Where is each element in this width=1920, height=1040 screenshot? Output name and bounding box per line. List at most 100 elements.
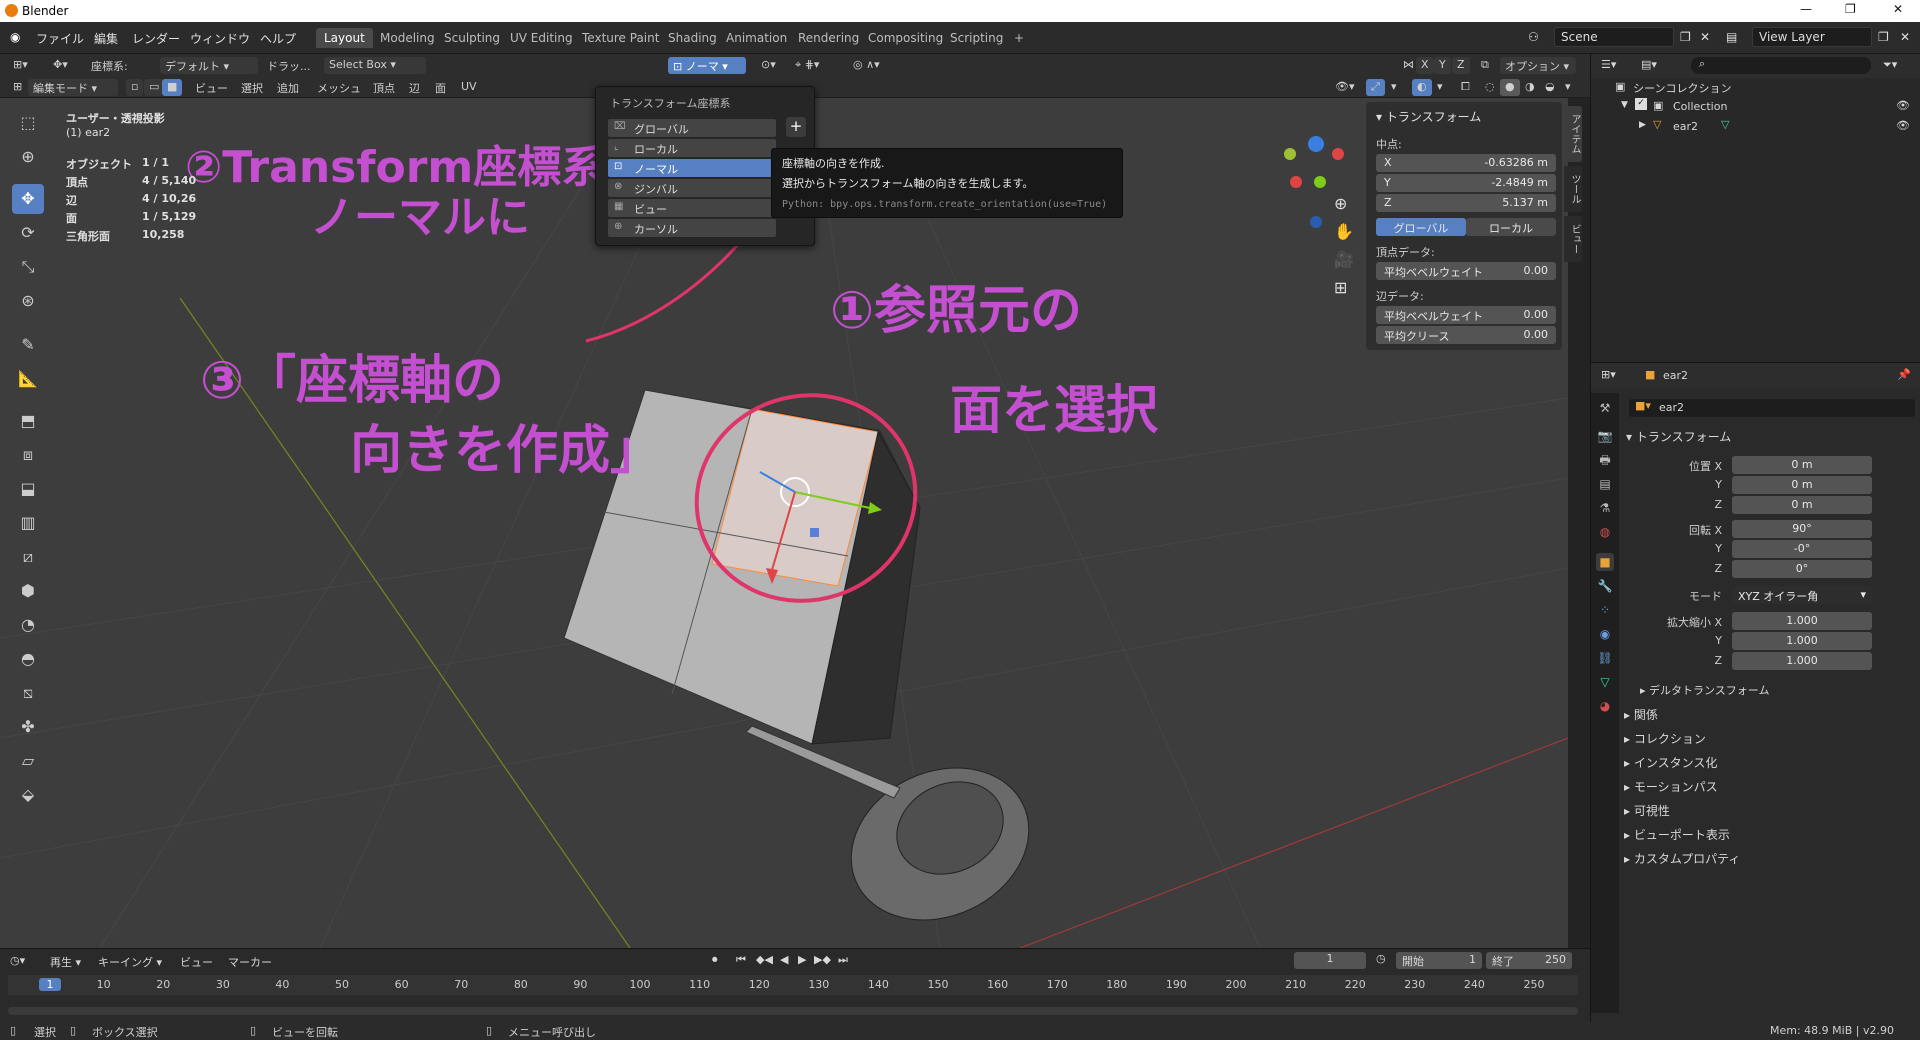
wireframe-shading-icon[interactable]: ◌	[1480, 79, 1500, 96]
nav-gizmo-z-icon[interactable]	[1308, 136, 1324, 152]
custom-props-section[interactable]: ▸ カスタムプロパティ	[1624, 850, 1740, 867]
inset-tool-icon[interactable]: ⧈	[12, 440, 44, 470]
transform-tool-icon[interactable]: ⊛	[12, 286, 44, 316]
global-toggle[interactable]: グローバル	[1376, 218, 1466, 236]
mirror-z-button[interactable]: Z	[1452, 57, 1470, 74]
rotation-mode-dropdown[interactable]: XYZ オイラー角 ▾	[1732, 586, 1872, 604]
properties-editor-icon[interactable]: ⊞▾	[1601, 368, 1616, 381]
menu-mesh[interactable]: メッシュ	[312, 79, 366, 96]
location-y-field[interactable]: 0 m	[1732, 476, 1872, 494]
filter-icon[interactable]: ⏷▾	[1883, 58, 1897, 72]
tab-view[interactable]: ビュー	[1564, 216, 1582, 262]
transform-section-header[interactable]: ▾ トランスフォーム	[1626, 428, 1731, 445]
delete-scene-icon[interactable]: ✕	[1700, 30, 1710, 44]
tab-layout[interactable]: Layout	[316, 28, 373, 48]
nav-gizmo-ny-icon[interactable]	[1314, 176, 1326, 188]
rendered-shading-icon[interactable]: ◒	[1540, 79, 1560, 96]
gizmo-toggle-icon[interactable]: ⤢	[1366, 79, 1385, 96]
nav-gizmo-nx-icon[interactable]	[1290, 176, 1302, 188]
edge-crease-field[interactable]: 平均クリース 0.00	[1376, 326, 1556, 344]
modifier-props-icon[interactable]: 🔧	[1596, 577, 1614, 595]
scale-x-field[interactable]: 1.000	[1732, 612, 1872, 630]
play-icon[interactable]: ▶	[798, 953, 806, 966]
local-toggle[interactable]: ローカル	[1466, 218, 1556, 236]
new-scene-icon[interactable]: ❐	[1680, 30, 1691, 44]
outliner-editor-icon[interactable]: ☰▾	[1601, 58, 1616, 71]
scene-props-icon[interactable]: ⚗	[1596, 499, 1614, 517]
tab-tool[interactable]: ツール	[1564, 166, 1582, 212]
prev-keyframe-icon[interactable]: ◆◀	[756, 953, 773, 966]
minimize-icon[interactable]: —	[1800, 2, 1812, 16]
rotation-z-field[interactable]: 0°	[1732, 560, 1872, 578]
view-layer-selector[interactable]: View Layer	[1752, 27, 1872, 47]
tab-uv-editing[interactable]: UV Editing	[502, 28, 581, 48]
options-dropdown[interactable]: オプション ▾	[1500, 57, 1576, 74]
menu-window[interactable]: ウィンドウ	[190, 30, 250, 47]
collections-section[interactable]: ▸ コレクション	[1624, 730, 1706, 747]
overlay-toggle-icon[interactable]: ◐	[1412, 79, 1432, 96]
tab-modeling[interactable]: Modeling	[372, 28, 443, 48]
npanel-header[interactable]: ▾ トランスフォーム	[1376, 108, 1481, 125]
orientation-cursor[interactable]: ⊕ カーソル	[608, 219, 776, 237]
orientation-global[interactable]: ⌧ グローバル	[608, 119, 776, 137]
overlay-menu-icon[interactable]: ▾	[1432, 79, 1448, 96]
delete-view-layer-icon[interactable]: ✕	[1900, 30, 1910, 44]
knife-tool-icon[interactable]: ⧄	[12, 542, 44, 572]
menu-help[interactable]: ヘルプ	[260, 30, 296, 47]
relations-section[interactable]: ▸ 関係	[1624, 706, 1658, 723]
blender-menu-icon[interactable]: ◉	[10, 30, 20, 44]
xray-icon[interactable]: ⧠	[1456, 79, 1475, 96]
orientation-normal[interactable]: ⊡ ノーマル	[608, 159, 776, 177]
nav-gizmo-y-icon[interactable]	[1284, 148, 1296, 160]
pin-icon[interactable]: 📌	[1897, 368, 1911, 381]
solid-shading-icon[interactable]: ●	[1500, 79, 1520, 96]
menu-marker[interactable]: マーカー	[228, 954, 272, 970]
create-orientation-button[interactable]: +	[786, 117, 806, 137]
auto-merge-icon[interactable]: ⧉	[1476, 57, 1494, 74]
new-view-layer-icon[interactable]: ❐	[1878, 30, 1889, 44]
menu-uv[interactable]: UV	[456, 79, 482, 96]
snap-icon[interactable]: ⌖ ⋕▾	[790, 57, 824, 74]
close-icon[interactable]: ✕	[1893, 2, 1903, 16]
menu-edge[interactable]: 辺	[404, 79, 425, 96]
eye-icon[interactable]: 👁	[1896, 99, 1910, 112]
collection-item[interactable]: Collection	[1673, 100, 1727, 113]
render-props-icon[interactable]: 📷	[1596, 427, 1614, 445]
orientation-view[interactable]: ▦ ビュー	[608, 199, 776, 217]
tab-compositing[interactable]: Compositing	[860, 28, 951, 48]
rip-tool-icon[interactable]: ⬙	[12, 780, 44, 810]
view-layer-props-icon[interactable]: ▤	[1596, 475, 1614, 493]
menu-edit[interactable]: 編集	[94, 30, 118, 47]
pivot-point-icon[interactable]: ⊙▾	[756, 57, 781, 74]
start-frame-field[interactable]: 開始 1	[1396, 952, 1482, 969]
maximize-icon[interactable]: ❐	[1845, 2, 1856, 16]
editor-type-icon[interactable]: ⊞▾	[8, 57, 33, 74]
proportional-edit-icon[interactable]: ◎ ∧▾	[848, 57, 885, 74]
bevel-tool-icon[interactable]: ⬓	[12, 474, 44, 504]
edge-slide-tool-icon[interactable]: ⧅	[12, 678, 44, 708]
jump-end-icon[interactable]: ⏭	[838, 953, 848, 967]
poly-build-tool-icon[interactable]: ⬢	[12, 576, 44, 606]
loop-cut-tool-icon[interactable]: ▥	[12, 508, 44, 538]
move-tool-button[interactable]: ✥	[12, 184, 44, 214]
menu-face[interactable]: 面	[430, 79, 451, 96]
mirror-y-button[interactable]: Y	[1434, 57, 1451, 74]
expand-arrow-icon[interactable]: ▶	[1639, 120, 1646, 130]
motion-paths-section[interactable]: ▸ モーションパス	[1624, 778, 1718, 795]
play-reverse-icon[interactable]: ◀	[780, 953, 788, 966]
eye-icon[interactable]: 👁	[1896, 119, 1910, 132]
timeline-ruler[interactable]: 1 10 20 30 40 50 60 70 80 90 100 110 120 130 140 150 160…	[8, 975, 1578, 995]
median-z-field[interactable]: Z 5.137 m	[1376, 194, 1556, 212]
location-z-field[interactable]: 0 m	[1732, 496, 1872, 514]
viewport-display-section[interactable]: ▸ ビューポート表示	[1624, 826, 1730, 843]
location-x-field[interactable]: 0 m	[1732, 456, 1872, 474]
tab-item[interactable]: アイテム	[1564, 106, 1582, 162]
material-props-icon[interactable]: ◕	[1596, 697, 1614, 715]
visibility-icon[interactable]: 👁▾	[1330, 79, 1360, 96]
camera-icon[interactable]: 🎥	[1334, 250, 1354, 269]
menu-timeline-view[interactable]: ビュー	[180, 954, 213, 970]
shrink-tool-icon[interactable]: ✤	[12, 712, 44, 742]
data-props-icon[interactable]: ▽	[1596, 673, 1614, 691]
menu-view[interactable]: ビュー	[190, 79, 233, 96]
menu-select[interactable]: 選択	[236, 79, 268, 96]
